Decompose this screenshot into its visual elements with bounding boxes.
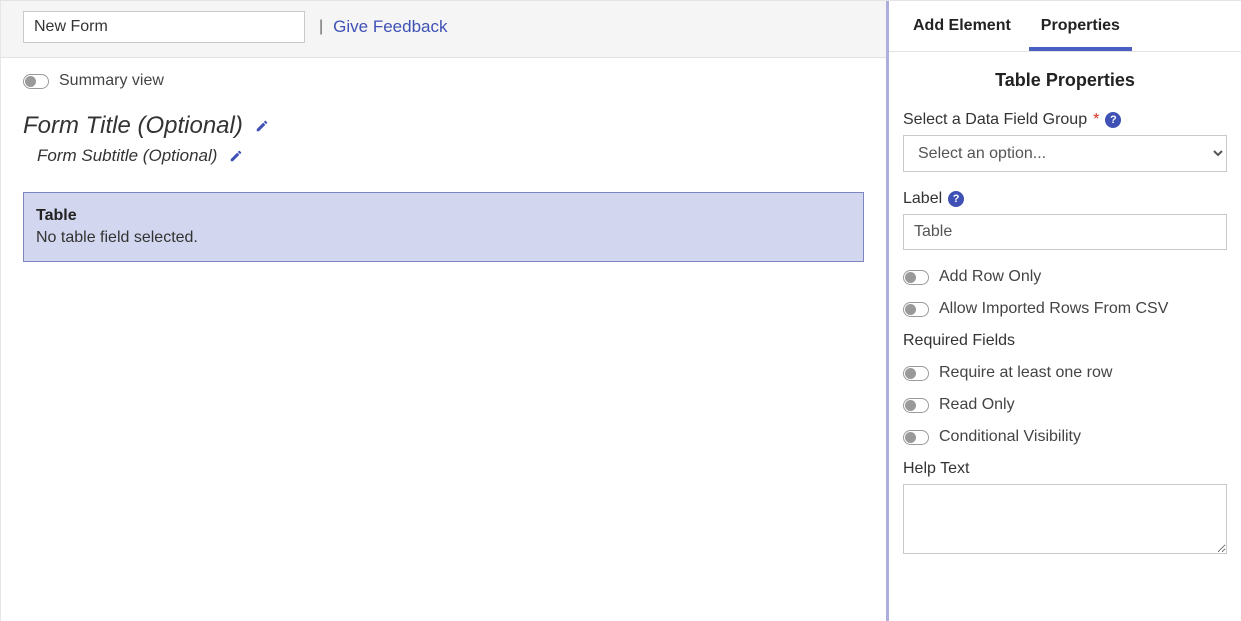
add-row-only-row: Add Row Only	[903, 268, 1227, 286]
help-text-field: Help Text	[903, 460, 1227, 558]
top-bar: | Give Feedback	[1, 1, 886, 58]
required-fields-header: Required Fields	[903, 332, 1227, 350]
read-only-toggle[interactable]	[903, 398, 929, 413]
tab-properties[interactable]: Properties	[1029, 1, 1132, 51]
data-field-group-label: Select a Data Field Group * ?	[903, 111, 1227, 129]
help-text-label: Help Text	[903, 460, 1227, 478]
properties-panel: Table Properties Select a Data Field Gro…	[889, 52, 1241, 621]
allow-csv-toggle[interactable]	[903, 302, 929, 317]
tab-add-element[interactable]: Add Element	[901, 1, 1023, 51]
add-row-only-label: Add Row Only	[939, 268, 1041, 286]
label-field: Label ?	[903, 190, 1227, 250]
form-title-row: Form Title (Optional)	[23, 112, 864, 140]
table-block-title: Table	[36, 207, 851, 225]
required-asterisk: *	[1093, 111, 1099, 129]
side-tabs: Add Element Properties	[889, 1, 1241, 52]
give-feedback-link[interactable]: Give Feedback	[333, 17, 447, 37]
summary-view-label: Summary view	[59, 72, 164, 90]
edit-title-icon[interactable]	[255, 119, 269, 133]
properties-title: Table Properties	[903, 70, 1227, 91]
data-field-group-select[interactable]: Select an option...	[903, 135, 1227, 172]
summary-view-toggle[interactable]	[23, 74, 49, 89]
form-name-input[interactable]	[23, 11, 305, 43]
label-field-label: Label ?	[903, 190, 1227, 208]
help-icon[interactable]: ?	[948, 191, 964, 207]
data-field-group-label-text: Select a Data Field Group	[903, 111, 1087, 129]
conditional-visibility-label: Conditional Visibility	[939, 428, 1081, 446]
add-row-only-toggle[interactable]	[903, 270, 929, 285]
conditional-visibility-toggle[interactable]	[903, 430, 929, 445]
help-text-textarea[interactable]	[903, 484, 1227, 554]
read-only-label: Read Only	[939, 396, 1015, 414]
topbar-divider: |	[319, 18, 323, 36]
side-panel: Add Element Properties Table Properties …	[889, 1, 1241, 621]
help-text-label-text: Help Text	[903, 460, 969, 478]
form-canvas: Summary view Form Title (Optional) Form …	[1, 58, 886, 621]
form-title-placeholder[interactable]: Form Title (Optional)	[23, 112, 243, 140]
edit-subtitle-icon[interactable]	[229, 149, 243, 163]
summary-view-toggle-row: Summary view	[23, 72, 864, 90]
data-field-group-field: Select a Data Field Group * ? Select an …	[903, 111, 1227, 172]
conditional-visibility-row: Conditional Visibility	[903, 428, 1227, 446]
label-field-label-text: Label	[903, 190, 942, 208]
label-input[interactable]	[903, 214, 1227, 250]
table-block-message: No table field selected.	[36, 229, 851, 247]
app-root: | Give Feedback Summary view Form Title …	[0, 0, 1241, 621]
table-element-block[interactable]: Table No table field selected.	[23, 192, 864, 262]
require-one-row-toggle[interactable]	[903, 366, 929, 381]
require-one-row-row: Require at least one row	[903, 364, 1227, 382]
allow-csv-row: Allow Imported Rows From CSV	[903, 300, 1227, 318]
form-subtitle-row: Form Subtitle (Optional)	[37, 146, 864, 166]
allow-csv-label: Allow Imported Rows From CSV	[939, 300, 1168, 318]
form-subtitle-placeholder[interactable]: Form Subtitle (Optional)	[37, 146, 217, 166]
main-canvas-area: | Give Feedback Summary view Form Title …	[0, 1, 889, 621]
require-one-row-label: Require at least one row	[939, 364, 1112, 382]
read-only-row: Read Only	[903, 396, 1227, 414]
help-icon[interactable]: ?	[1105, 112, 1121, 128]
